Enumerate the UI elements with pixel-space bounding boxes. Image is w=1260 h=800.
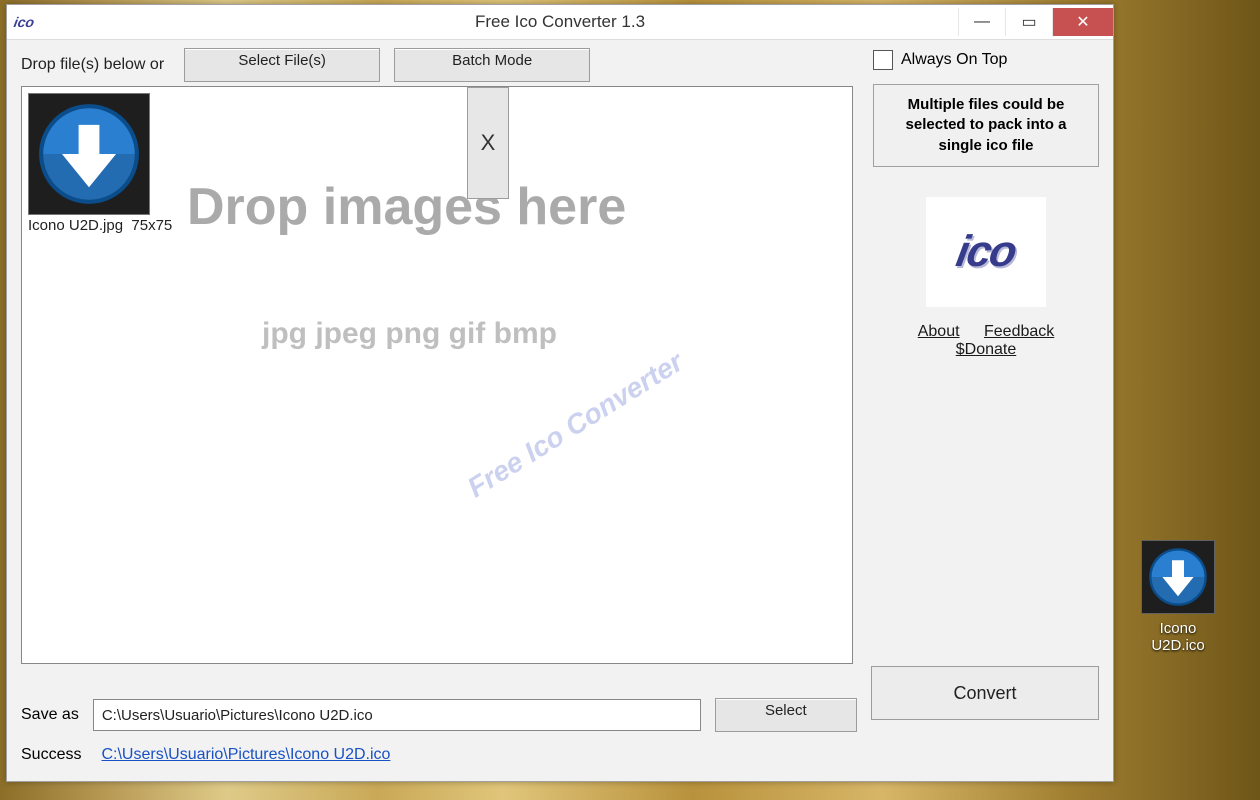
close-button[interactable]: ✕ [1052, 8, 1113, 36]
about-link[interactable]: About [918, 323, 960, 340]
drop-zone[interactable]: Drop images here jpg jpeg png gif bmp Fr… [21, 86, 853, 664]
always-on-top-label: Always On Top [901, 51, 1007, 69]
save-as-label: Save as [21, 706, 79, 724]
drop-hint-ext: jpg jpeg png gif bmp [262, 317, 557, 351]
donate-link[interactable]: $Donate [956, 341, 1017, 358]
desktop-file-name-line1: Icono [1128, 620, 1228, 637]
links-row: About Feedback $Donate [873, 323, 1099, 359]
batch-mode-button[interactable]: Batch Mode [394, 48, 590, 82]
status-row: Success C:\Users\Usuario\Pictures\Icono … [21, 746, 390, 764]
select-files-button[interactable]: Select File(s) [184, 48, 380, 82]
convert-button[interactable]: Convert [871, 666, 1099, 720]
maximize-button[interactable]: ▭ [1005, 8, 1052, 36]
desktop-file-thumbnail [1141, 540, 1215, 614]
drop-label: Drop file(s) below or [21, 56, 164, 74]
thumbnail-caption: Icono U2D.jpg 75x75 [28, 217, 172, 234]
remove-file-button[interactable]: X [467, 87, 509, 199]
watermark-text: Free Ico Converter [462, 346, 689, 504]
thumbnail-image [28, 93, 150, 215]
client-area: Drop file(s) below or Select File(s) Bat… [7, 40, 1113, 781]
right-column: Always On Top Multiple files could be se… [873, 50, 1099, 359]
app-logo: ico [926, 197, 1046, 307]
save-as-row: Save as Select [21, 698, 857, 732]
desktop-file-icon[interactable]: Icono U2D.ico [1128, 540, 1228, 654]
minimize-button[interactable]: — [958, 8, 1005, 36]
select-path-button[interactable]: Select [715, 698, 857, 732]
window-buttons: — ▭ ✕ [958, 8, 1113, 36]
app-window: ico Free Ico Converter 1.3 — ▭ ✕ Drop fi… [6, 4, 1114, 782]
app-icon: ico [13, 11, 35, 33]
tip-box: Multiple files could be selected to pack… [873, 84, 1099, 167]
title-bar[interactable]: ico Free Ico Converter 1.3 — ▭ ✕ [7, 5, 1113, 40]
feedback-link[interactable]: Feedback [984, 323, 1054, 340]
download-arrow-icon [37, 102, 141, 206]
always-on-top-row[interactable]: Always On Top [873, 50, 1099, 70]
drop-hint-main: Drop images here [187, 177, 626, 237]
file-thumbnail[interactable]: Icono U2D.jpg 75x75 [28, 93, 172, 234]
save-path-input[interactable] [93, 699, 701, 731]
status-label: Success [21, 746, 81, 764]
always-on-top-checkbox[interactable] [873, 50, 893, 70]
window-title: Free Ico Converter 1.3 [7, 12, 1113, 32]
status-output-link[interactable]: C:\Users\Usuario\Pictures\Icono U2D.ico [101, 746, 390, 764]
desktop-file-name-line2: U2D.ico [1128, 637, 1228, 654]
download-arrow-icon [1148, 547, 1208, 607]
desktop-background: ico Free Ico Converter 1.3 — ▭ ✕ Drop fi… [0, 0, 1260, 800]
